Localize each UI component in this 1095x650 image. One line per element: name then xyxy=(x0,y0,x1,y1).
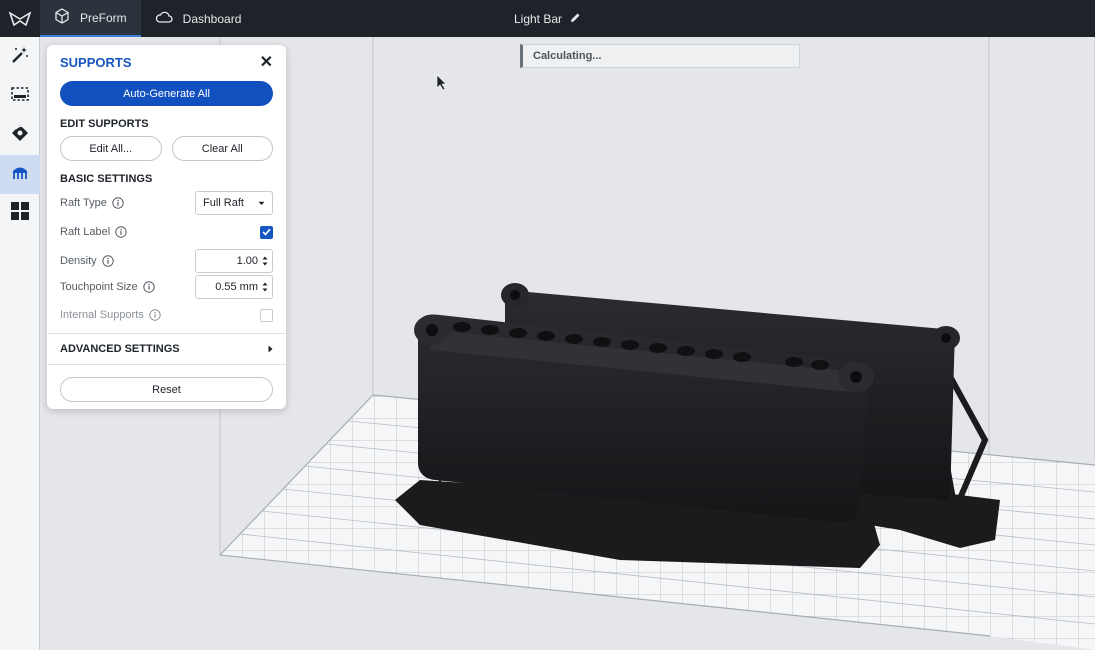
close-icon[interactable]: ✕ xyxy=(260,52,273,72)
touchpoint-size-label-group: Touchpoint Size xyxy=(60,281,155,293)
formlabs-logo[interactable] xyxy=(0,0,40,37)
pencil-icon[interactable] xyxy=(570,12,581,26)
cube-icon xyxy=(54,8,70,27)
checkmark-icon xyxy=(262,228,271,236)
divider xyxy=(47,333,286,334)
layout-grid-icon xyxy=(10,201,30,226)
document-title-text[interactable]: Light Bar xyxy=(514,12,562,26)
advanced-settings-heading: ADVANCED SETTINGS xyxy=(60,343,180,355)
info-icon[interactable] xyxy=(112,197,124,209)
tab-label: PreForm xyxy=(80,10,127,25)
info-icon[interactable] xyxy=(115,226,127,238)
tab-dashboard[interactable]: Dashboard xyxy=(141,0,256,37)
raft-type-label-group: Raft Type xyxy=(60,197,124,209)
tab-preform[interactable]: PreForm xyxy=(40,0,141,37)
density-value: 1.00 xyxy=(236,255,258,267)
density-row: Density 1.00 xyxy=(60,249,273,273)
layout-tool[interactable] xyxy=(0,194,40,233)
raft-label-checkbox[interactable] xyxy=(260,225,273,239)
magic-wand-icon xyxy=(10,45,30,70)
supports-tool[interactable] xyxy=(0,155,40,194)
caret-down-icon xyxy=(258,201,265,205)
density-label-group: Density xyxy=(60,255,114,267)
selection-box-icon xyxy=(10,85,30,108)
touchpoint-size-label: Touchpoint Size xyxy=(60,281,138,293)
edit-buttons-row: Edit All... Clear All xyxy=(60,136,273,161)
selection-box-tool[interactable] xyxy=(0,77,40,116)
info-icon[interactable] xyxy=(101,255,114,267)
magic-wand-tool[interactable] xyxy=(0,38,40,77)
info-icon[interactable] xyxy=(142,281,155,293)
raft-type-label: Raft Type xyxy=(60,197,107,209)
raft-label-label: Raft Label xyxy=(60,226,111,238)
caret-up-icon[interactable] xyxy=(262,256,268,260)
touchpoint-size-row: Touchpoint Size 0.55 mm xyxy=(60,275,273,299)
advanced-settings-row[interactable]: ADVANCED SETTINGS xyxy=(60,337,273,361)
orientation-tool[interactable] xyxy=(0,116,40,155)
raft-label-label-group: Raft Label xyxy=(60,226,127,238)
orientation-icon xyxy=(10,123,30,148)
left-toolbar xyxy=(0,37,40,650)
internal-supports-label-group: Internal Supports xyxy=(60,309,161,321)
calculating-status: Calculating... xyxy=(520,44,800,68)
supports-panel: SUPPORTS ✕ Auto-Generate All EDIT SUPPOR… xyxy=(47,45,286,409)
auto-generate-all-button[interactable]: Auto-Generate All xyxy=(60,81,273,106)
caret-down-icon[interactable] xyxy=(262,262,268,266)
density-label: Density xyxy=(60,255,97,267)
divider xyxy=(47,364,286,365)
raft-type-select[interactable]: Full Raft xyxy=(195,191,273,215)
panel-header: SUPPORTS ✕ xyxy=(60,49,273,75)
info-icon[interactable] xyxy=(149,309,161,321)
top-bar: PreForm Dashboard Light Bar xyxy=(0,0,1095,37)
edit-all-button[interactable]: Edit All... xyxy=(60,136,162,161)
tab-label: Dashboard xyxy=(182,11,242,26)
chevron-right-icon xyxy=(268,345,273,353)
density-input[interactable]: 1.00 xyxy=(195,249,273,273)
reset-button[interactable]: Reset xyxy=(60,377,273,402)
caret-down-icon[interactable] xyxy=(262,288,268,292)
panel-title: SUPPORTS xyxy=(60,54,132,70)
supports-icon xyxy=(10,162,30,187)
touchpoint-size-input[interactable]: 0.55 mm xyxy=(195,275,273,299)
basic-settings-heading: BASIC SETTINGS xyxy=(60,173,153,185)
touchpoint-size-value: 0.55 mm xyxy=(215,281,258,293)
caret-up-icon[interactable] xyxy=(262,282,268,286)
raft-label-row: Raft Label xyxy=(60,220,273,244)
mouse-cursor xyxy=(436,74,447,91)
edit-supports-heading: EDIT SUPPORTS xyxy=(60,118,149,130)
raft-type-value: Full Raft xyxy=(203,197,244,209)
internal-supports-label: Internal Supports xyxy=(60,309,144,321)
density-stepper[interactable] xyxy=(262,256,268,266)
clear-all-button[interactable]: Clear All xyxy=(171,136,273,161)
internal-supports-row: Internal Supports xyxy=(60,303,273,327)
cloud-icon xyxy=(155,10,173,27)
internal-supports-checkbox[interactable] xyxy=(260,308,273,322)
raft-type-row: Raft Type Full Raft xyxy=(60,191,273,215)
touchpoint-size-stepper[interactable] xyxy=(262,282,268,292)
